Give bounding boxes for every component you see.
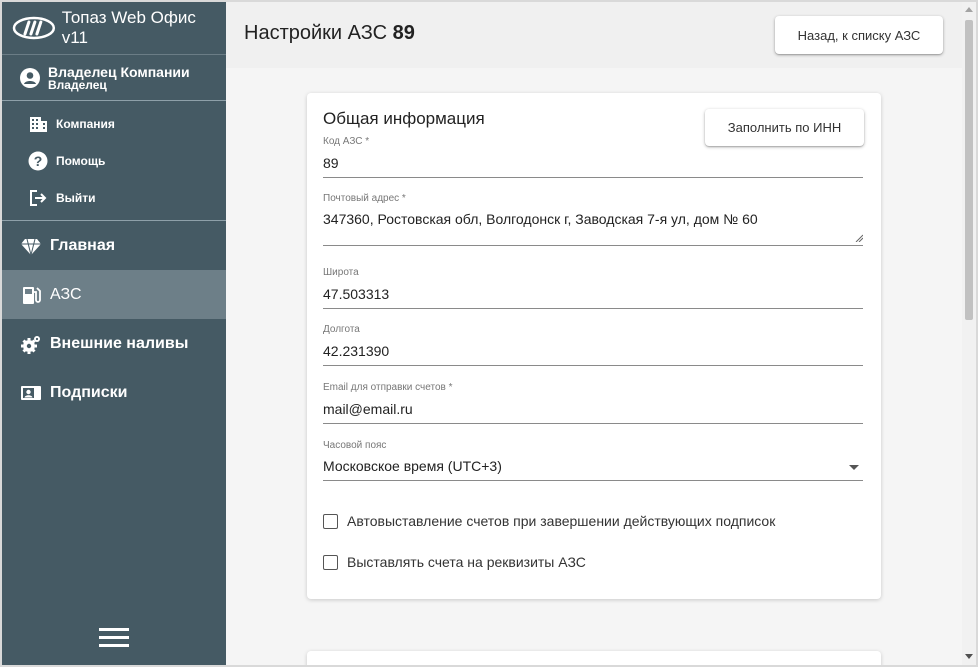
submenu-label-company: Компания bbox=[56, 116, 115, 131]
timezone-field: Часовой пояс Московское время (UTC+3) bbox=[323, 440, 863, 481]
auto-invoice-checkbox[interactable] bbox=[323, 513, 338, 529]
top-bar: Настройки АЗС 89 Назад, к списку АЗС bbox=[226, 2, 964, 68]
user-panel[interactable]: Владелец Компании Владелец bbox=[2, 55, 226, 101]
station-code-input[interactable] bbox=[323, 154, 865, 177]
resize-grip-icon[interactable] bbox=[855, 234, 863, 242]
latitude-label: Широта bbox=[323, 267, 359, 278]
submenu-label-help: Помощь bbox=[56, 153, 106, 168]
postal-address-input[interactable]: 347360, Ростовская обл, Волгодонск г, За… bbox=[323, 211, 863, 245]
postal-address-label: Почтовый адрес * bbox=[323, 193, 406, 204]
email-input[interactable] bbox=[323, 400, 865, 423]
topaz-logo-icon bbox=[12, 16, 56, 40]
gears-icon bbox=[21, 335, 40, 354]
auto-invoice-checkbox-row[interactable]: Автовыставление счетов при завершении де… bbox=[323, 513, 775, 529]
nav-label-external-fills: Внешние наливы bbox=[50, 334, 189, 352]
email-label: Email для отправки счетов * bbox=[323, 382, 453, 393]
building-icon bbox=[30, 116, 47, 132]
station-requisites-checkbox-row[interactable]: Выставлять счета на реквизиты АЗС bbox=[323, 554, 586, 570]
diamond-icon bbox=[21, 238, 41, 255]
app-window: Топаз Web Офис v11 Владелец Компании Вла… bbox=[2, 2, 976, 665]
svg-text:?: ? bbox=[34, 153, 43, 169]
scroll-up-arrow-icon[interactable] bbox=[965, 7, 973, 12]
logout-icon bbox=[30, 189, 47, 206]
station-number: 89 bbox=[392, 22, 415, 44]
longitude-input[interactable] bbox=[323, 342, 865, 365]
general-info-card: Общая информация Заполнить по ИНН Код АЗ… bbox=[307, 93, 881, 599]
latitude-input[interactable] bbox=[323, 285, 865, 308]
user-avatar-icon bbox=[20, 67, 40, 88]
main-content: Общая информация Заполнить по ИНН Код АЗ… bbox=[226, 68, 962, 665]
submenu-item-help[interactable]: ? Помощь bbox=[2, 142, 226, 179]
station-requisites-checkbox[interactable] bbox=[323, 554, 338, 570]
email-field: Email для отправки счетов * bbox=[323, 382, 865, 424]
help-icon: ? bbox=[28, 151, 48, 170]
page-scrollbar[interactable] bbox=[962, 2, 976, 665]
longitude-label: Долгота bbox=[323, 324, 360, 335]
submenu-item-logout[interactable]: Выйти bbox=[2, 179, 226, 216]
nav-label-stations: АЗС bbox=[50, 285, 82, 303]
longitude-field: Долгота bbox=[323, 324, 865, 366]
station-requisites-label: Выставлять счета на реквизиты АЗС bbox=[347, 554, 586, 570]
scroll-down-arrow-icon[interactable] bbox=[965, 654, 973, 659]
section-title: Общая информация bbox=[323, 109, 485, 128]
nav-label-home: Главная bbox=[50, 236, 116, 254]
timezone-label: Часовой пояс bbox=[323, 440, 387, 451]
dropdown-arrow-icon[interactable] bbox=[849, 465, 859, 470]
nav-item-subscriptions[interactable]: Подписки bbox=[2, 368, 226, 417]
next-section-card bbox=[307, 651, 881, 665]
scroll-thumb[interactable] bbox=[965, 20, 973, 320]
user-submenu: Компания ? Помощь Выйти bbox=[2, 101, 226, 221]
fuel-pump-icon bbox=[23, 286, 41, 304]
submenu-item-company[interactable]: Компания bbox=[2, 105, 226, 142]
app-title: Топаз Web Офис v11 bbox=[61, 8, 196, 47]
page-title-text: Настройки АЗС bbox=[244, 22, 388, 44]
station-code-label: Код АЗС * bbox=[323, 136, 370, 147]
nav-item-stations[interactable]: АЗС bbox=[2, 270, 226, 319]
latitude-field: Широта bbox=[323, 267, 865, 309]
postal-address-field: Почтовый адрес * 347360, Ростовская обл,… bbox=[323, 193, 863, 246]
brand[interactable]: Топаз Web Офис v11 bbox=[2, 2, 226, 55]
user-name: Владелец Компании bbox=[48, 63, 190, 80]
timezone-select[interactable]: Московское время (UTC+3) bbox=[323, 458, 863, 480]
menu-toggle-icon[interactable] bbox=[99, 628, 129, 650]
subscription-card-icon bbox=[21, 385, 41, 400]
nav-label-subscriptions: Подписки bbox=[50, 383, 128, 401]
back-to-stations-button[interactable]: Назад, к списку АЗС bbox=[775, 16, 943, 54]
sidebar: Топаз Web Офис v11 Владелец Компании Вла… bbox=[2, 2, 226, 665]
page-title: Настройки АЗС 89 bbox=[244, 22, 415, 45]
auto-invoice-label: Автовыставление счетов при завершении де… bbox=[347, 513, 776, 529]
nav-item-home[interactable]: Главная bbox=[2, 221, 226, 270]
station-code-field: Код АЗС * bbox=[323, 136, 865, 178]
nav-item-external-fills[interactable]: Внешние наливы bbox=[2, 319, 226, 368]
submenu-label-logout: Выйти bbox=[56, 190, 96, 205]
user-role: Владелец bbox=[48, 77, 107, 92]
